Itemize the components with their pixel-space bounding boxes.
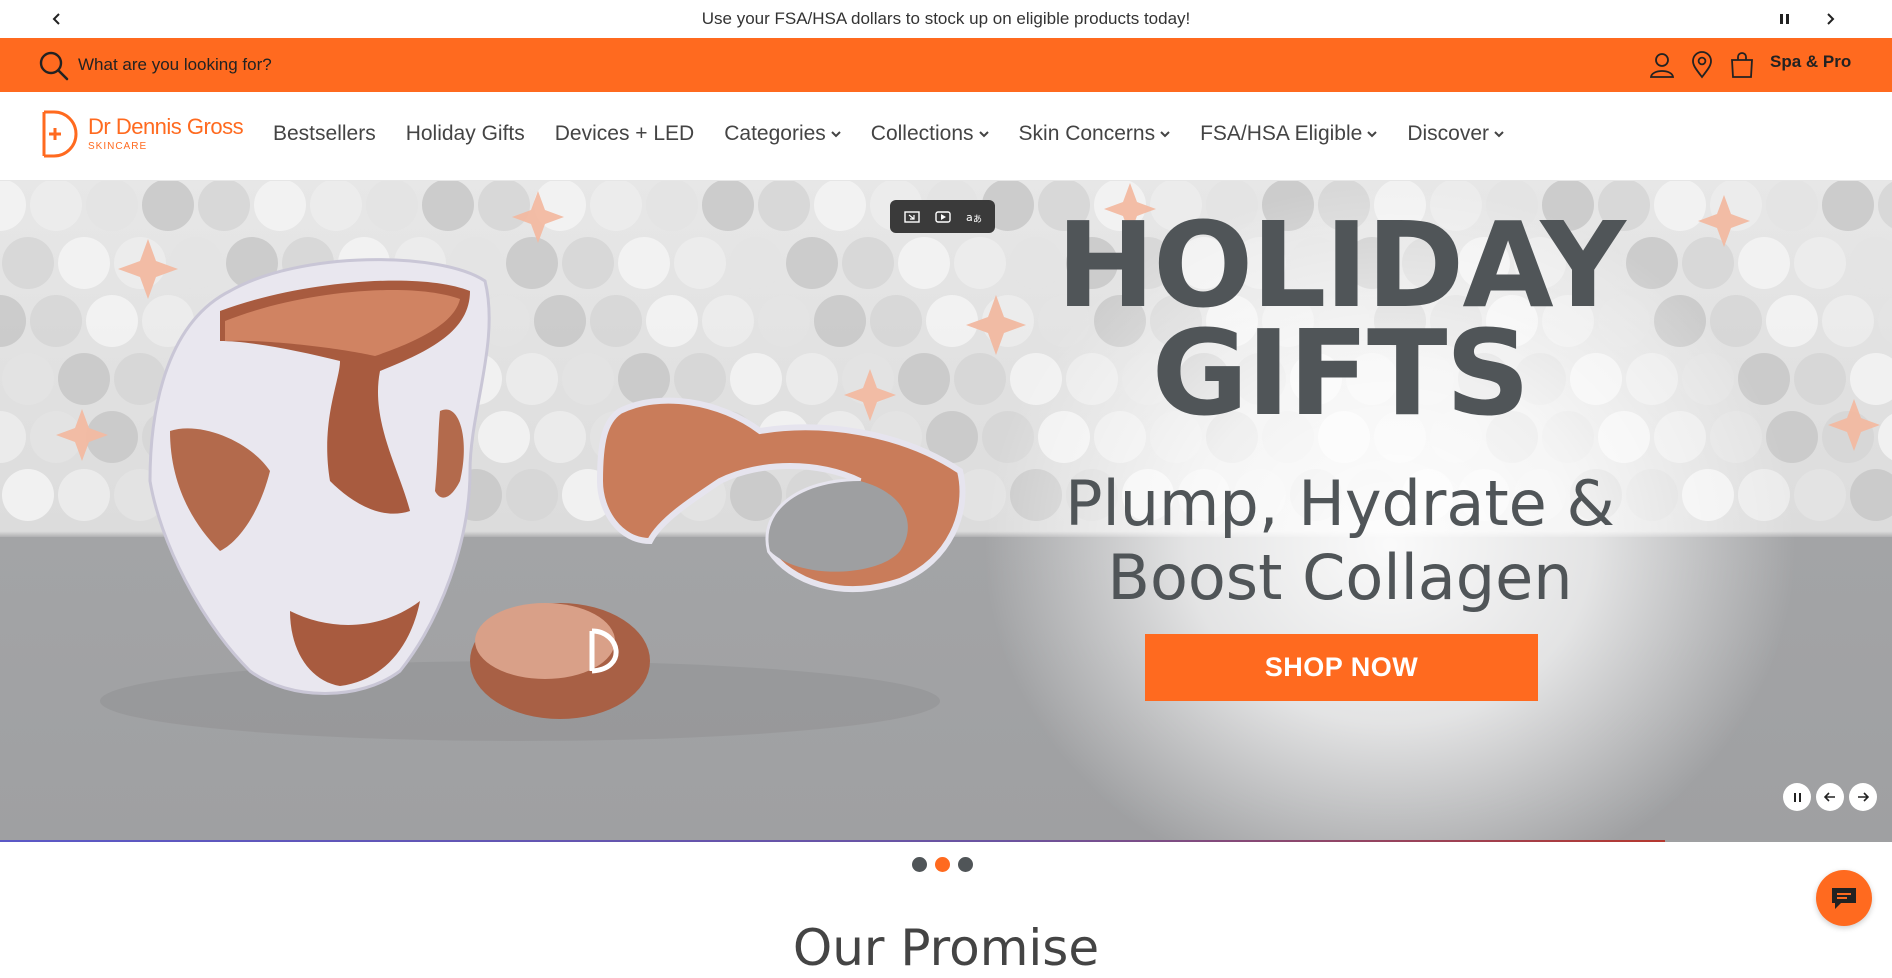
announcement-bar: Use your FSA/HSA dollars to stock up on … <box>0 0 1892 38</box>
chat-bubble-icon[interactable] <box>1816 870 1872 926</box>
translate-icon[interactable]: aあ <box>963 206 985 228</box>
slide-progress-bar <box>0 840 1665 842</box>
main-navigation: Dr Dennis Gross SKINCARE Bestsellers Holi… <box>0 92 1892 181</box>
handheld-device <box>470 603 650 719</box>
floating-toolbar: aあ <box>890 200 995 233</box>
led-eye-mask <box>596 397 966 592</box>
nav-items: Bestsellers Holiday Gifts Devices + LED Cat… <box>273 122 1534 146</box>
section-heading: Our Promise <box>792 919 1100 977</box>
hero-title-line-1: HOLIDAY <box>1056 196 1626 334</box>
nav-item-collections[interactable]: Collections <box>871 122 989 146</box>
shopping-bag-icon[interactable] <box>1728 51 1756 79</box>
nav-item-label: Discover <box>1407 122 1490 145</box>
nav-item-label: Bestsellers <box>273 122 376 145</box>
user-icon[interactable] <box>1648 51 1676 79</box>
nav-item-label: FSA/HSA Eligible <box>1200 122 1363 145</box>
nav-item-label: Collections <box>870 122 974 145</box>
carousel-dot[interactable] <box>935 857 950 872</box>
pause-icon[interactable] <box>1772 7 1796 31</box>
carousel-dot[interactable] <box>958 857 973 872</box>
nav-item-label: Devices + LED <box>554 122 695 145</box>
nav-item-bestsellers[interactable]: Bestsellers <box>273 122 376 146</box>
pause-icon[interactable] <box>1783 783 1811 811</box>
screen-capture-icon[interactable] <box>901 206 923 228</box>
nav-item-fsa-hsa-eligible[interactable]: FSA/HSA Eligible <box>1200 122 1378 146</box>
chevron-down-icon <box>1367 131 1378 138</box>
location-pin-icon[interactable] <box>1688 51 1716 79</box>
hero-subtitle-line-2: Boost Collagen <box>1107 541 1573 614</box>
carousel-dot[interactable] <box>912 857 927 872</box>
hero-title-line-2: GIFTS <box>1151 304 1531 442</box>
logo-name: Dr Dennis Gross <box>88 114 244 139</box>
announcement-message[interactable]: Use your FSA/HSA dollars to stock up on … <box>702 9 1191 29</box>
arrow-left-icon[interactable] <box>1816 783 1844 811</box>
nav-item-skin-concerns[interactable]: Skin Concerns <box>1019 122 1171 146</box>
chevron-down-icon <box>1160 131 1170 138</box>
chevron-left-icon[interactable] <box>45 7 69 31</box>
chevron-down-icon <box>831 131 841 138</box>
nav-item-discover[interactable]: Discover <box>1407 122 1504 146</box>
nav-item-devices-led[interactable]: Devices + LED <box>555 122 694 146</box>
video-capture-icon[interactable] <box>932 206 954 228</box>
brand-logo[interactable]: Dr Dennis Gross SKINCARE <box>40 110 244 158</box>
nav-item-categories[interactable]: Categories <box>724 122 841 146</box>
led-face-mask <box>148 258 491 695</box>
nav-item-holiday-gifts[interactable]: Holiday Gifts <box>406 122 525 146</box>
svg-text:あ: あ <box>973 214 982 225</box>
nav-item-label: Skin Concerns <box>1018 122 1156 145</box>
logo-subtitle: SKINCARE <box>88 141 148 152</box>
arrow-right-icon[interactable] <box>1849 783 1877 811</box>
spa-pro-link[interactable]: Spa & Pro <box>1770 52 1851 72</box>
search-input[interactable] <box>78 51 578 79</box>
carousel-dots <box>912 857 973 872</box>
chevron-right-icon[interactable] <box>1818 7 1842 31</box>
shop-now-button[interactable]: SHOP NOW <box>1145 634 1538 701</box>
hero-subtitle: Plump, Hydrate & Boost Collagen <box>1030 467 1650 615</box>
hero-title: HOLIDAY GIFTS <box>1030 196 1650 442</box>
search-bar: Spa & Pro <box>0 38 1892 92</box>
nav-item-label: Categories <box>724 122 826 145</box>
logo-mark-icon <box>42 110 78 158</box>
chevron-down-icon <box>978 131 989 138</box>
nav-item-label: Holiday Gifts <box>405 122 525 145</box>
svg-text:a: a <box>966 211 973 224</box>
hero-banner: HOLIDAY GIFTS Plump, Hydrate & Boost Col… <box>0 181 1892 842</box>
hero-subtitle-line-1: Plump, Hydrate & <box>1065 467 1615 540</box>
chevron-down-icon <box>1494 131 1504 138</box>
search-icon[interactable] <box>38 50 70 82</box>
